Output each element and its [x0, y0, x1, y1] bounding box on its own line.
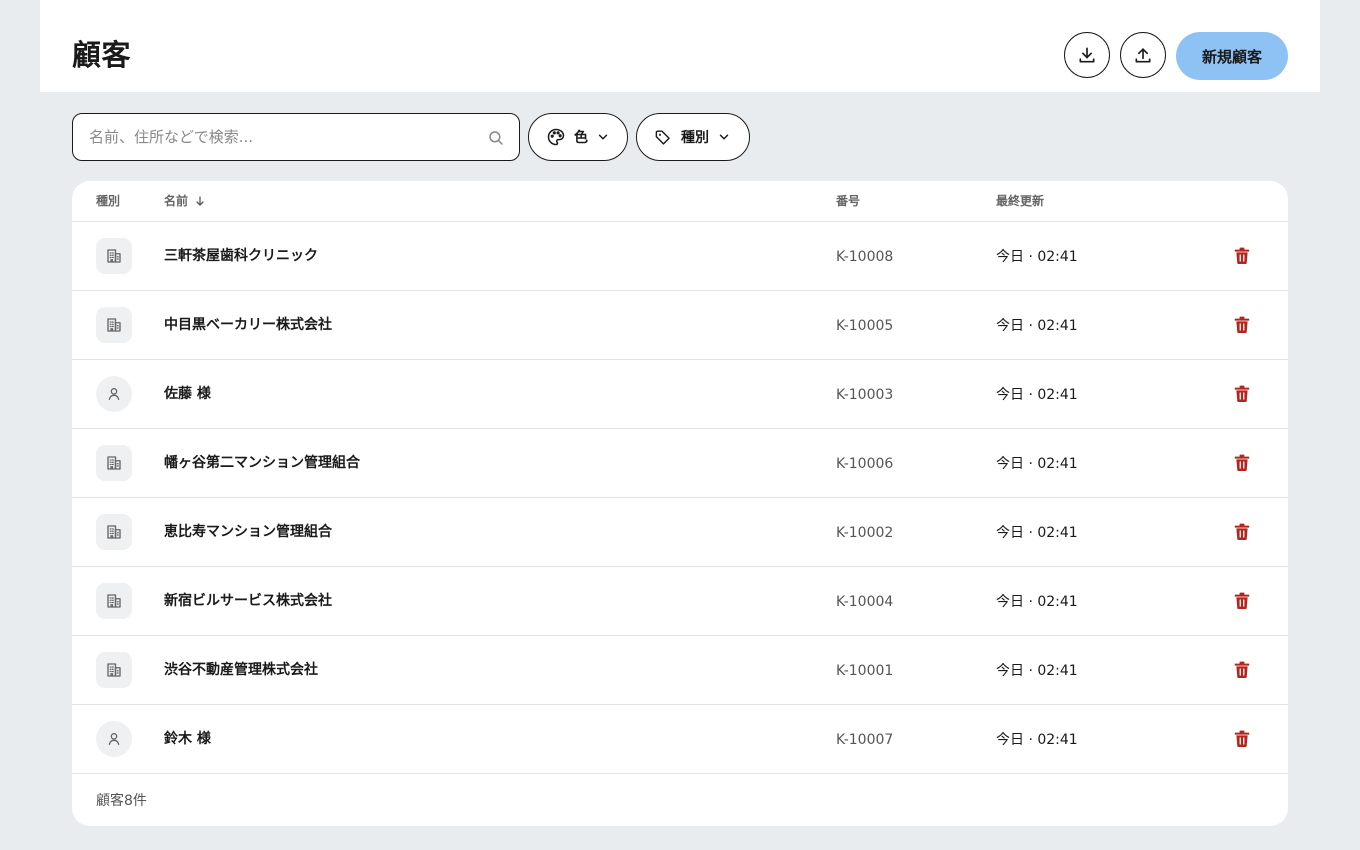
- trash-icon: [1234, 523, 1250, 540]
- customer-name[interactable]: 幡ヶ谷第二マンション管理組合: [164, 453, 360, 473]
- customer-name[interactable]: 渋谷不動産管理株式会社: [164, 660, 318, 680]
- search-box[interactable]: [72, 113, 520, 161]
- delete-button[interactable]: [1232, 591, 1252, 611]
- type-badge-company: [96, 583, 132, 619]
- customer-number: K-10006: [836, 456, 894, 472]
- table-row[interactable]: 幡ヶ谷第二マンション管理組合 K-10006 今日 · 02:41: [72, 429, 1288, 498]
- search-input[interactable]: [89, 114, 469, 159]
- page-header: 顧客 新規顧客: [40, 0, 1320, 92]
- last-updated: 今日 · 02:41: [996, 594, 1078, 610]
- customer-name[interactable]: 鈴木 様: [164, 729, 211, 749]
- trash-icon: [1234, 385, 1250, 402]
- column-header-name-label: 名前: [164, 194, 189, 208]
- chevron-down-icon: [598, 134, 608, 140]
- table-row[interactable]: 三軒茶屋歯科クリニック K-10008 今日 · 02:41: [72, 222, 1288, 291]
- palette-icon: [547, 128, 565, 146]
- trash-icon: [1234, 316, 1250, 333]
- type-filter-dropdown[interactable]: 種別: [636, 113, 750, 161]
- last-updated: 今日 · 02:41: [996, 318, 1078, 334]
- delete-button[interactable]: [1232, 453, 1252, 473]
- column-header-number[interactable]: 番号: [836, 194, 860, 208]
- type-badge-company: [96, 652, 132, 688]
- person-icon: [108, 733, 120, 745]
- trash-icon: [1234, 592, 1250, 609]
- delete-button[interactable]: [1232, 315, 1252, 335]
- download-icon: [1079, 47, 1095, 63]
- table-row[interactable]: 中目黒ベーカリー株式会社 K-10005 今日 · 02:41: [72, 291, 1288, 360]
- trash-icon: [1234, 247, 1250, 264]
- delete-button[interactable]: [1232, 660, 1252, 680]
- trash-icon: [1234, 454, 1250, 471]
- delete-button[interactable]: [1232, 246, 1252, 266]
- building-icon: [107, 663, 121, 677]
- customer-number: K-10002: [836, 525, 894, 541]
- type-badge-company: [96, 307, 132, 343]
- customer-number: K-10007: [836, 732, 894, 748]
- search-icon[interactable]: [487, 129, 505, 147]
- last-updated: 今日 · 02:41: [996, 249, 1078, 265]
- table-footer-count: 顧客8件: [96, 793, 147, 809]
- customer-number: K-10004: [836, 594, 894, 610]
- building-icon: [107, 456, 121, 470]
- customer-number: K-10001: [836, 663, 894, 679]
- upload-button[interactable]: [1120, 32, 1166, 78]
- new-customer-button[interactable]: 新規顧客: [1176, 32, 1288, 80]
- building-icon: [107, 249, 121, 263]
- table-row[interactable]: 新宿ビルサービス株式会社 K-10004 今日 · 02:41: [72, 567, 1288, 636]
- delete-button[interactable]: [1232, 384, 1252, 404]
- delete-button[interactable]: [1232, 522, 1252, 542]
- customer-table: 種別 名前 番号 最終更新 三軒茶屋歯科クリニック K-10008 今日 · 02:…: [72, 181, 1288, 826]
- delete-button[interactable]: [1232, 729, 1252, 749]
- trash-icon: [1234, 661, 1250, 678]
- customer-name[interactable]: 中目黒ベーカリー株式会社: [164, 315, 332, 335]
- type-badge-person: [96, 721, 132, 757]
- customer-name[interactable]: 新宿ビルサービス株式会社: [164, 591, 332, 611]
- customer-number: K-10008: [836, 249, 894, 265]
- color-filter-dropdown[interactable]: 色: [528, 113, 628, 161]
- trash-icon: [1234, 730, 1250, 747]
- building-icon: [107, 594, 121, 608]
- upload-icon: [1135, 48, 1151, 63]
- last-updated: 今日 · 02:41: [996, 387, 1078, 403]
- arrow-down-icon: [196, 196, 204, 206]
- type-badge-company: [96, 238, 132, 274]
- person-icon: [108, 388, 120, 400]
- type-filter-label: 種別: [681, 130, 709, 146]
- color-filter-label: 色: [574, 130, 588, 146]
- customer-number: K-10005: [836, 318, 894, 334]
- last-updated: 今日 · 02:41: [996, 456, 1078, 472]
- table-header: 種別 名前 番号 最終更新: [72, 181, 1288, 222]
- last-updated: 今日 · 02:41: [996, 732, 1078, 748]
- column-header-type[interactable]: 種別: [96, 194, 120, 208]
- chevron-down-icon: [719, 134, 729, 140]
- type-badge-company: [96, 514, 132, 550]
- column-header-name[interactable]: 名前: [164, 194, 206, 208]
- customer-name[interactable]: 恵比寿マンション管理組合: [164, 522, 332, 542]
- customer-name[interactable]: 佐藤 様: [164, 384, 211, 404]
- tag-icon: [655, 129, 670, 145]
- building-icon: [107, 318, 121, 332]
- last-updated: 今日 · 02:41: [996, 525, 1078, 541]
- table-row[interactable]: 佐藤 様 K-10003 今日 · 02:41: [72, 360, 1288, 429]
- customer-number: K-10003: [836, 387, 894, 403]
- download-button[interactable]: [1064, 32, 1110, 78]
- page-title: 顧客: [72, 38, 132, 72]
- table-row[interactable]: 鈴木 様 K-10007 今日 · 02:41: [72, 705, 1288, 774]
- customer-name[interactable]: 三軒茶屋歯科クリニック: [164, 246, 318, 266]
- last-updated: 今日 · 02:41: [996, 663, 1078, 679]
- table-row[interactable]: 恵比寿マンション管理組合 K-10002 今日 · 02:41: [72, 498, 1288, 567]
- type-badge-company: [96, 445, 132, 481]
- building-icon: [107, 525, 121, 539]
- table-row[interactable]: 渋谷不動産管理株式会社 K-10001 今日 · 02:41: [72, 636, 1288, 705]
- column-header-updated[interactable]: 最終更新: [996, 194, 1044, 208]
- type-badge-person: [96, 376, 132, 412]
